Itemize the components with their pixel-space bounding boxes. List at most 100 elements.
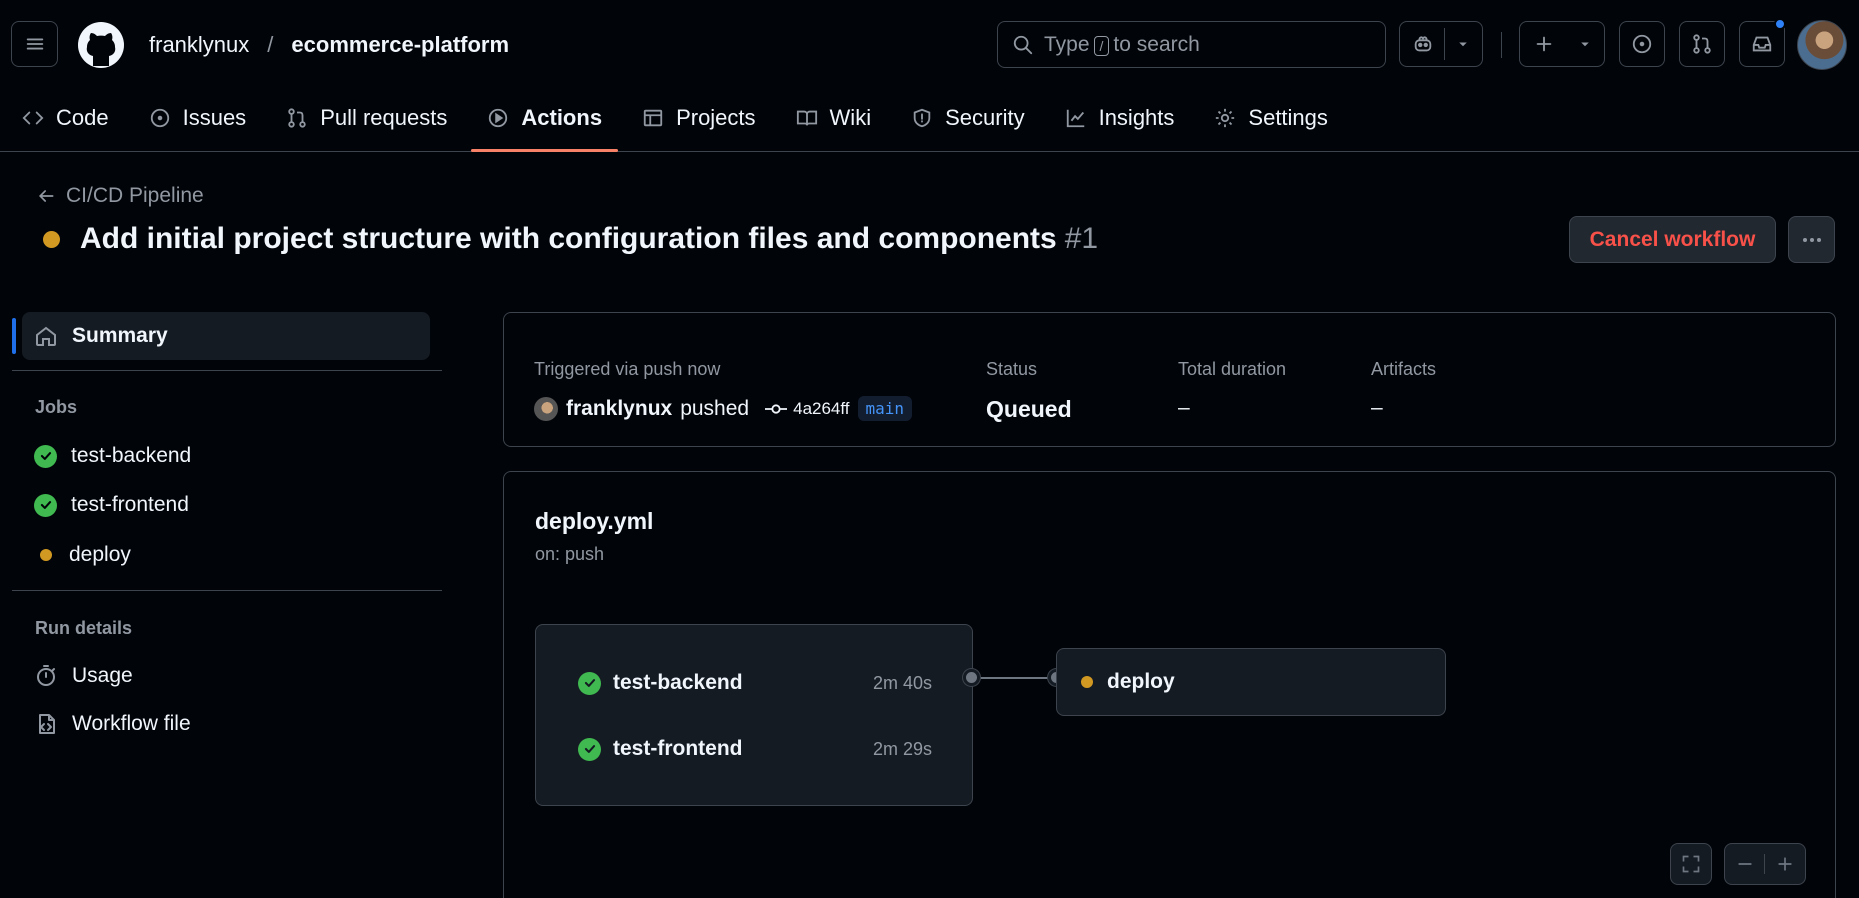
tab-label: Issues (182, 105, 247, 130)
pull-requests-button[interactable] (1679, 21, 1725, 67)
job-name: deploy (69, 543, 131, 566)
sidebar-job-deploy[interactable]: deploy (34, 540, 131, 570)
branch-label[interactable]: main (857, 396, 913, 421)
tab-label: Projects (676, 105, 756, 130)
tab-issues[interactable]: Issues (131, 96, 265, 140)
push-action-text: pushed (680, 396, 750, 420)
run-summary-card: Triggered via push now franklynux pushed… (503, 312, 1836, 447)
tab-label: Pull requests (320, 105, 448, 130)
play-icon (489, 108, 508, 128)
book-icon (796, 110, 817, 126)
cancel-workflow-button[interactable]: Cancel workflow (1569, 216, 1776, 263)
fullscreen-icon (1682, 855, 1700, 873)
workflow-trigger: on: push (535, 544, 605, 564)
copilot-button[interactable] (1399, 21, 1483, 67)
repo-nav-tabs: Code Issues Pull requests Actions Projec… (4, 96, 1350, 152)
more-options-button[interactable] (1788, 216, 1835, 263)
run-title: Add initial project structure with confi… (80, 222, 1057, 255)
plus-icon (1536, 36, 1552, 52)
graph-job-deploy[interactable]: deploy (1056, 648, 1446, 716)
code-icon (22, 111, 44, 125)
duration-value: – (1178, 396, 1190, 419)
workflow-file-name: deploy.yml (535, 508, 654, 534)
success-check-icon (578, 737, 601, 761)
job-name: deploy (1107, 670, 1175, 693)
active-indicator (12, 318, 16, 354)
inbox-icon (1752, 36, 1772, 52)
search-input[interactable]: Type / to search (997, 21, 1386, 68)
job-duration: 2m 29s (872, 738, 932, 759)
job-group-tests: test-backend 2m 40s test-frontend 2m 29s (535, 624, 973, 806)
breadcrumb-separator: / (267, 32, 274, 57)
create-new-button[interactable] (1519, 21, 1605, 67)
graph-icon (1066, 109, 1084, 128)
pull-request-icon (288, 108, 306, 128)
notification-indicator (1774, 18, 1786, 30)
sidebar-item-workflow-file[interactable]: Workflow file (34, 709, 191, 739)
back-to-workflow-link[interactable]: CI/CD Pipeline (36, 184, 204, 208)
issue-icon (150, 108, 169, 128)
pull-request-icon (1693, 34, 1711, 54)
zoom-out-button[interactable] (1725, 854, 1765, 874)
issue-icon (1632, 34, 1652, 54)
connector-node-out (963, 669, 980, 686)
graph-job-test-frontend[interactable]: test-frontend 2m 29s (578, 737, 932, 761)
user-avatar[interactable] (1797, 20, 1847, 70)
plus-icon (1778, 857, 1792, 871)
tab-insights[interactable]: Insights (1047, 96, 1193, 140)
success-check-icon (34, 493, 57, 517)
artifacts-label: Artifacts (1371, 359, 1437, 379)
trigger-info: Triggered via push now franklynux pushed… (534, 359, 913, 421)
job-dependency-line (970, 677, 1060, 679)
actor-avatar[interactable] (534, 396, 558, 421)
sidebar-item-usage[interactable]: Usage (34, 661, 133, 691)
tab-wiki[interactable]: Wiki (778, 96, 890, 140)
zoom-in-button[interactable] (1765, 854, 1805, 874)
tab-pull-requests[interactable]: Pull requests (268, 96, 465, 140)
tab-label: Settings (1248, 105, 1328, 130)
search-placeholder: Type / to search (1044, 32, 1200, 56)
sidebar-item-summary[interactable]: Summary (22, 312, 430, 360)
menu-button[interactable] (11, 21, 58, 67)
tab-security[interactable]: Security (893, 96, 1042, 140)
table-icon (643, 109, 663, 127)
status-info: Status Queued (986, 359, 1072, 423)
job-duration: 2m 40s (872, 672, 932, 693)
tab-settings[interactable]: Settings (1196, 96, 1346, 140)
chevron-down-icon[interactable] (1454, 35, 1472, 53)
push-details: franklynux pushed 4a264ff main (534, 396, 913, 421)
tab-actions[interactable]: Actions (469, 96, 620, 152)
run-details-heading: Run details (35, 618, 133, 638)
tab-label: Wiki (829, 105, 872, 130)
repo-breadcrumb: franklynux / ecommerce-platform (149, 30, 509, 60)
repo-name-link[interactable]: ecommerce-platform (291, 32, 509, 58)
success-check-icon (578, 671, 601, 695)
search-shortcut-key: / (1093, 35, 1110, 56)
success-check-icon (34, 444, 57, 468)
fullscreen-button[interactable] (1670, 843, 1712, 885)
graph-job-test-backend[interactable]: test-backend 2m 40s (578, 671, 932, 695)
actor-link[interactable]: franklynux (566, 397, 672, 421)
sidebar-divider (12, 590, 442, 591)
sidebar-divider (12, 370, 442, 371)
issues-button[interactable] (1619, 21, 1665, 67)
run-number: #1 (1064, 222, 1099, 255)
copilot-icon (1414, 36, 1432, 52)
stopwatch-icon (37, 665, 55, 686)
commit-link[interactable]: 4a264ff (765, 399, 850, 419)
artifacts-info: Artifacts – (1371, 359, 1436, 420)
status-label: Status (986, 359, 1038, 379)
minus-icon (1737, 863, 1752, 865)
app-header: franklynux / ecommerce-platform Type / to … (0, 0, 1859, 152)
repo-owner-link[interactable]: franklynux (149, 32, 249, 58)
tab-code[interactable]: Code (4, 96, 127, 140)
search-icon (1013, 35, 1033, 54)
workflow-graph-card: deploy.yml on: push test-backend 2m 40s … (503, 471, 1836, 898)
sidebar-job-test-backend[interactable]: test-backend (34, 441, 191, 471)
github-logo[interactable] (78, 22, 124, 68)
hamburger-icon (26, 38, 43, 50)
status-value: Queued (986, 396, 1072, 422)
sidebar-item-label: Usage (72, 664, 133, 687)
sidebar-job-test-frontend[interactable]: test-frontend (34, 490, 189, 520)
tab-projects[interactable]: Projects (624, 96, 773, 140)
